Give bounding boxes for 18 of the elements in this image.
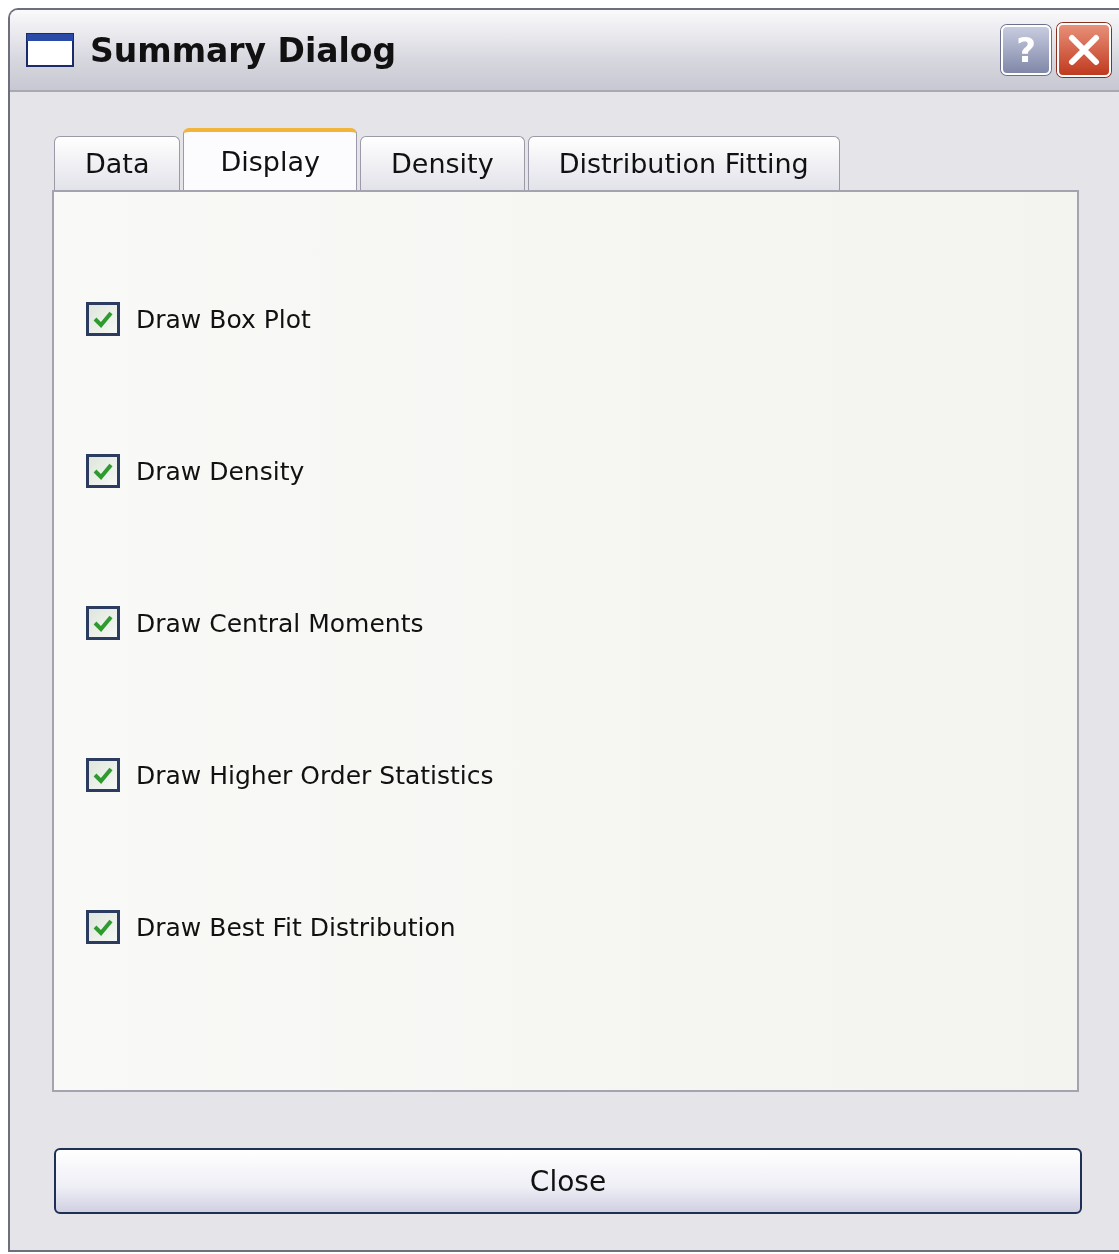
close-icon[interactable] (1057, 23, 1111, 77)
checkbox[interactable] (86, 302, 120, 336)
checkbox-label: Draw Best Fit Distribution (136, 912, 456, 942)
window-title: Summary Dialog (90, 30, 398, 70)
checkbox[interactable] (86, 758, 120, 792)
window-icon (26, 33, 74, 67)
tab[interactable]: Data (54, 136, 181, 190)
checkbox[interactable] (86, 454, 120, 488)
close-button[interactable]: Close (54, 1148, 1082, 1214)
checkbox-label: Draw Box Plot (136, 304, 311, 334)
checkbox[interactable] (86, 910, 120, 944)
checkbox[interactable] (86, 606, 120, 640)
tab[interactable]: Density (360, 136, 525, 190)
checkbox-label: Draw Central Moments (136, 608, 424, 638)
tab[interactable]: Display (183, 128, 357, 190)
tab[interactable]: Distribution Fitting (527, 136, 840, 190)
checkbox-label: Draw Higher Order Statistics (136, 760, 494, 790)
checkbox-label: Draw Density (136, 456, 305, 486)
